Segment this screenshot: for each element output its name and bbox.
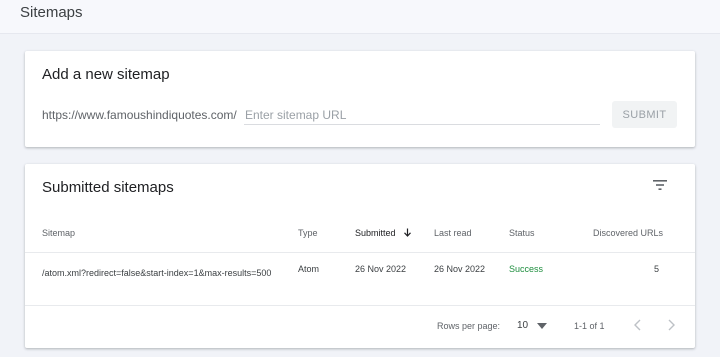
row-discovered-urls: 5 [654, 264, 660, 274]
column-header-sitemap[interactable]: Sitemap [42, 228, 75, 238]
filter-icon[interactable] [652, 179, 668, 191]
row-divider [25, 305, 695, 306]
column-header-discovered-urls[interactable]: Discovered URLs [593, 228, 663, 238]
column-header-last-read[interactable]: Last read [434, 228, 472, 238]
submit-button[interactable]: SUBMIT [612, 101, 677, 128]
site-url-prefix: https://www.famoushindiquotes.com/ [42, 108, 237, 122]
page-header: Sitemaps [0, 0, 720, 34]
add-sitemap-card: Add a new sitemap https://www.famoushind… [25, 51, 695, 147]
submitted-sitemaps-card: Submitted sitemaps Sitemap Type Submitte… [25, 164, 695, 348]
pagination-range: 1-1 of 1 [574, 321, 605, 331]
sitemap-url-input[interactable] [244, 105, 600, 125]
chevron-left-icon[interactable] [633, 319, 643, 331]
row-sitemap-path[interactable]: /atom.xml?redirect=false&start-index=1&m… [42, 264, 287, 282]
column-header-status[interactable]: Status [509, 228, 535, 238]
column-header-type[interactable]: Type [298, 228, 318, 238]
column-header-submitted[interactable]: Submitted [355, 228, 412, 238]
column-header-submitted-label: Submitted [355, 228, 396, 238]
submitted-sitemaps-title: Submitted sitemaps [42, 179, 174, 196]
add-sitemap-title: Add a new sitemap [42, 66, 170, 83]
chevron-right-icon[interactable] [666, 319, 676, 331]
status-badge: Success [509, 264, 544, 274]
page-title: Sitemaps [20, 4, 83, 21]
rows-per-page-select[interactable]: 10 [517, 320, 528, 331]
arrow-down-icon [404, 228, 411, 237]
row-last-read: 26 Nov 2022 [434, 264, 486, 274]
rows-per-page-label: Rows per page: [437, 321, 501, 331]
header-divider [25, 252, 695, 253]
dropdown-caret-icon[interactable] [537, 323, 547, 329]
row-type: Atom [298, 264, 320, 274]
row-submitted: 26 Nov 2022 [355, 264, 407, 274]
